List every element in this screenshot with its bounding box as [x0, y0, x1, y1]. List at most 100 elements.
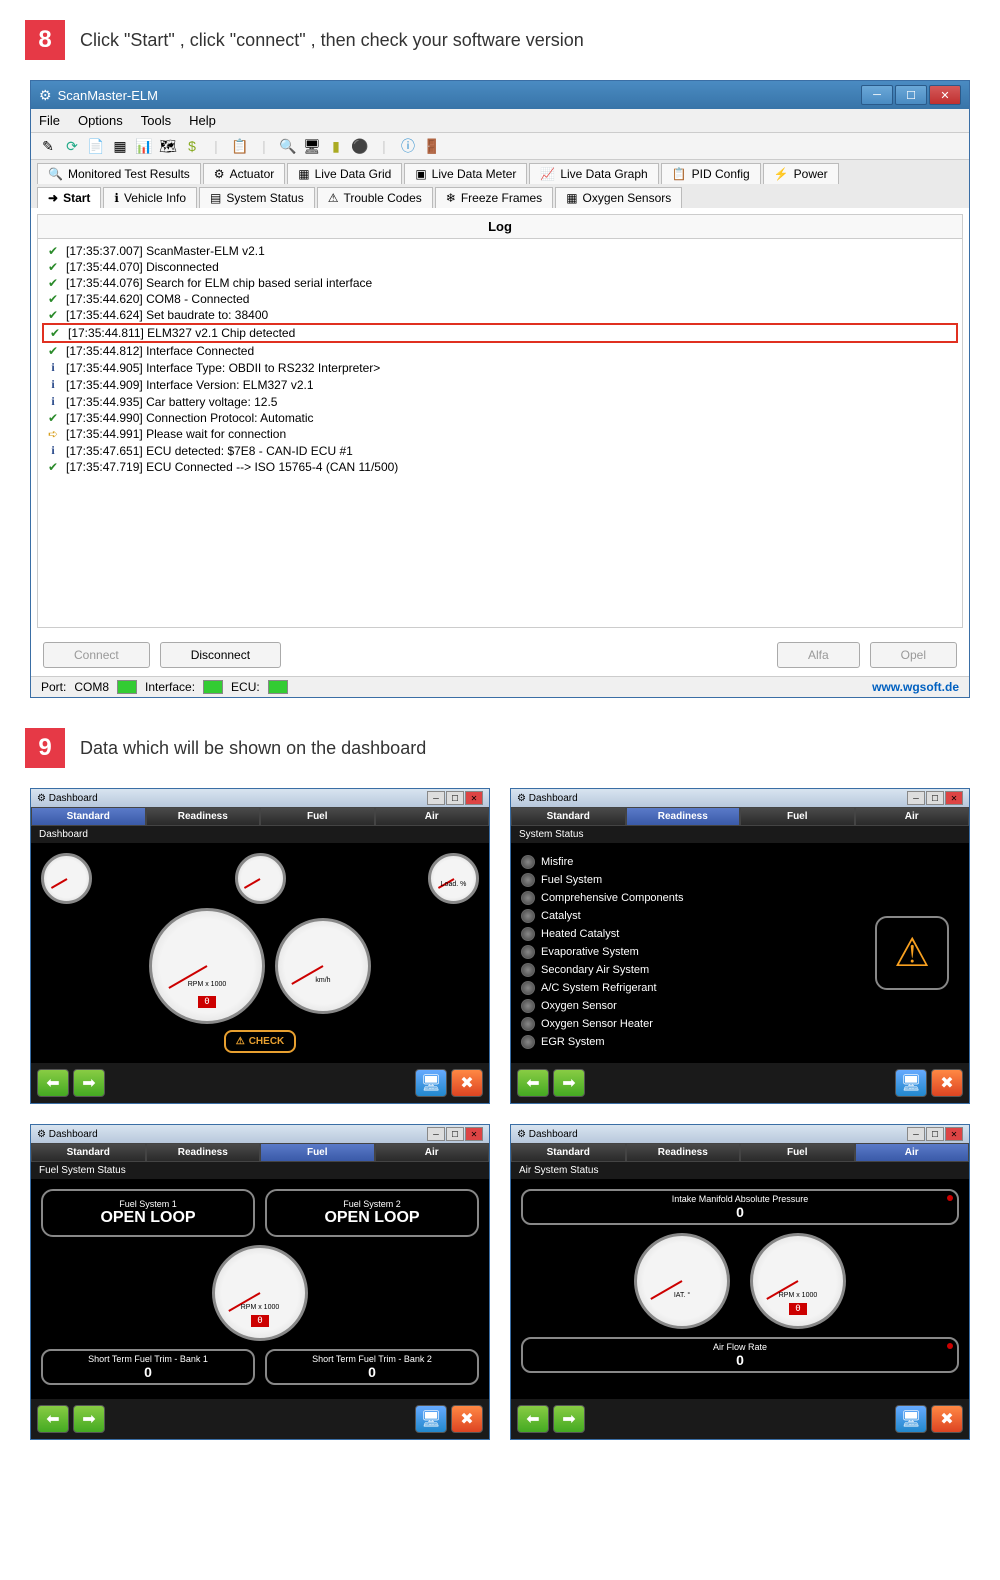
tool-doc-icon[interactable]: 📄 — [87, 137, 105, 155]
menu-tools[interactable]: Tools — [141, 113, 171, 128]
connect-button[interactable]: Connect — [43, 642, 150, 668]
log-text: [17:35:44.905] Interface Type: OBDII to … — [66, 361, 380, 375]
dash-tab-fuel[interactable]: Fuel — [260, 1143, 375, 1162]
dash-min-button[interactable]: ─ — [427, 1127, 445, 1141]
dashboard-standard: ⚙ Dashboard ─☐✕ Standard Readiness Fuel … — [30, 788, 490, 1104]
log-text: [17:35:47.719] ECU Connected --> ISO 157… — [66, 460, 398, 474]
menu-options[interactable]: Options — [78, 113, 123, 128]
tab-system-status[interactable]: ▤System Status — [199, 187, 315, 208]
dash-tab-air[interactable]: Air — [855, 807, 970, 826]
log-text: [17:35:44.909] Interface Version: ELM327… — [66, 378, 314, 392]
prev-button[interactable]: ⬅ — [517, 1069, 549, 1097]
tool-info-icon[interactable]: ⓘ — [399, 137, 417, 155]
prev-button[interactable]: ⬅ — [37, 1405, 69, 1433]
cancel-button[interactable]: ✖ — [451, 1069, 483, 1097]
system-item-label: Evaporative System — [541, 946, 639, 958]
titlebar: ⚙ ScanMaster-ELM ─ ☐ ✕ — [31, 81, 969, 109]
opel-button[interactable]: Opel — [870, 642, 957, 668]
tab-live-data-meter[interactable]: ▣Live Data Meter — [404, 163, 527, 184]
website-link[interactable]: www.wgsoft.de — [872, 680, 959, 694]
monitor-button[interactable]: 🖥 — [895, 1405, 927, 1433]
system-item-label: Secondary Air System — [541, 964, 649, 976]
dash-tab-readiness[interactable]: Readiness — [146, 1143, 261, 1162]
dash-tab-standard[interactable]: Standard — [511, 1143, 626, 1162]
cancel-button[interactable]: ✖ — [931, 1069, 963, 1097]
dash-max-button[interactable]: ☐ — [926, 1127, 944, 1141]
dash-tab-air[interactable]: Air — [375, 1143, 490, 1162]
dash-close-button[interactable]: ✕ — [945, 791, 963, 805]
statusbar: Port: COM8 Interface: ECU: www.wgsoft.de — [31, 676, 969, 697]
menu-file[interactable]: File — [39, 113, 60, 128]
dash-max-button[interactable]: ☐ — [926, 791, 944, 805]
disconnect-button[interactable]: Disconnect — [160, 642, 281, 668]
dash-title: Dashboard — [529, 793, 578, 804]
tab-oxygen-sensors[interactable]: ▦Oxygen Sensors — [555, 187, 682, 208]
minimize-button[interactable]: ─ — [861, 85, 893, 105]
monitor-button[interactable]: 🖥 — [415, 1405, 447, 1433]
tool-device-icon[interactable]: ▮ — [327, 137, 345, 155]
next-button[interactable]: ➡ — [73, 1069, 105, 1097]
tab-vehicle-info[interactable]: ℹVehicle Info — [103, 187, 197, 208]
dash-tab-readiness[interactable]: Readiness — [146, 807, 261, 826]
tab-live-data-graph[interactable]: 📈Live Data Graph — [529, 163, 658, 184]
tab-trouble-codes[interactable]: ⚠Trouble Codes — [317, 187, 433, 208]
tool-map-icon[interactable]: 🗺 — [159, 137, 177, 155]
next-button[interactable]: ➡ — [553, 1405, 585, 1433]
tab-power[interactable]: ⚡Power — [763, 163, 839, 184]
dash-tab-readiness[interactable]: Readiness — [626, 807, 741, 826]
step-8-text: Click "Start" , click "connect" , then c… — [80, 30, 584, 51]
tool-sep2: | — [255, 137, 273, 155]
next-button[interactable]: ➡ — [553, 1069, 585, 1097]
tab-monitored-test-results[interactable]: 🔍Monitored Test Results — [37, 163, 201, 184]
tool-chart-icon[interactable]: 📊 — [135, 137, 153, 155]
scanmaster-window: ⚙ ScanMaster-ELM ─ ☐ ✕ File Options Tools H… — [30, 80, 970, 698]
dash-tab-fuel[interactable]: Fuel — [260, 807, 375, 826]
tool-money-icon[interactable]: $ — [183, 137, 201, 155]
prev-button[interactable]: ⬅ — [517, 1405, 549, 1433]
monitor-button[interactable]: 🖥 — [415, 1069, 447, 1097]
tab-start[interactable]: ➜Start — [37, 187, 101, 208]
monitor-button[interactable]: 🖥 — [895, 1069, 927, 1097]
system-item-label: Comprehensive Components — [541, 892, 683, 904]
close-button[interactable]: ✕ — [929, 85, 961, 105]
menu-help[interactable]: Help — [189, 113, 216, 128]
tool-screen-icon[interactable]: 🖥 — [303, 137, 321, 155]
tool-search-icon[interactable]: 🔍 — [279, 137, 297, 155]
dash-close-button[interactable]: ✕ — [465, 1127, 483, 1141]
cancel-button[interactable]: ✖ — [931, 1405, 963, 1433]
tab-live-data-grid[interactable]: ▦Live Data Grid — [287, 163, 402, 184]
next-button[interactable]: ➡ — [73, 1405, 105, 1433]
system-item-label: Catalyst — [541, 910, 581, 922]
dash-tab-standard[interactable]: Standard — [31, 807, 146, 826]
dash-tab-air[interactable]: Air — [855, 1143, 970, 1162]
dash-max-button[interactable]: ☐ — [446, 1127, 464, 1141]
tab-freeze-frames[interactable]: ❄Freeze Frames — [435, 187, 553, 208]
tool-gear-icon[interactable]: ⚫ — [351, 137, 369, 155]
dash-min-button[interactable]: ─ — [907, 1127, 925, 1141]
tool-icon[interactable]: ✎ — [39, 137, 57, 155]
dash-min-button[interactable]: ─ — [427, 791, 445, 805]
dash-tabs: Standard Readiness Fuel Air — [31, 1143, 489, 1162]
dash-close-button[interactable]: ✕ — [945, 1127, 963, 1141]
tool-refresh-icon[interactable]: ⟳ — [63, 137, 81, 155]
dash-tab-air[interactable]: Air — [375, 807, 490, 826]
dash-tab-standard[interactable]: Standard — [511, 807, 626, 826]
dash-tab-fuel[interactable]: Fuel — [740, 1143, 855, 1162]
cancel-button[interactable]: ✖ — [451, 1405, 483, 1433]
system-item-label: EGR System — [541, 1036, 605, 1048]
dash-min-button[interactable]: ─ — [907, 791, 925, 805]
dash-tabs: Standard Readiness Fuel Air — [511, 807, 969, 826]
prev-button[interactable]: ⬅ — [37, 1069, 69, 1097]
maximize-button[interactable]: ☐ — [895, 85, 927, 105]
alfa-button[interactable]: Alfa — [777, 642, 860, 668]
tool-grid-icon[interactable]: ▦ — [111, 137, 129, 155]
tab-pid-config[interactable]: 📋PID Config — [661, 163, 761, 184]
dash-tab-fuel[interactable]: Fuel — [740, 807, 855, 826]
dash-tab-readiness[interactable]: Readiness — [626, 1143, 741, 1162]
tool-clipboard-icon[interactable]: 📋 — [231, 137, 249, 155]
dash-max-button[interactable]: ☐ — [446, 791, 464, 805]
dash-close-button[interactable]: ✕ — [465, 791, 483, 805]
dash-tab-standard[interactable]: Standard — [31, 1143, 146, 1162]
tab-actuator[interactable]: ⚙Actuator — [203, 163, 285, 184]
tool-exit-icon[interactable]: 🚪 — [423, 137, 441, 155]
